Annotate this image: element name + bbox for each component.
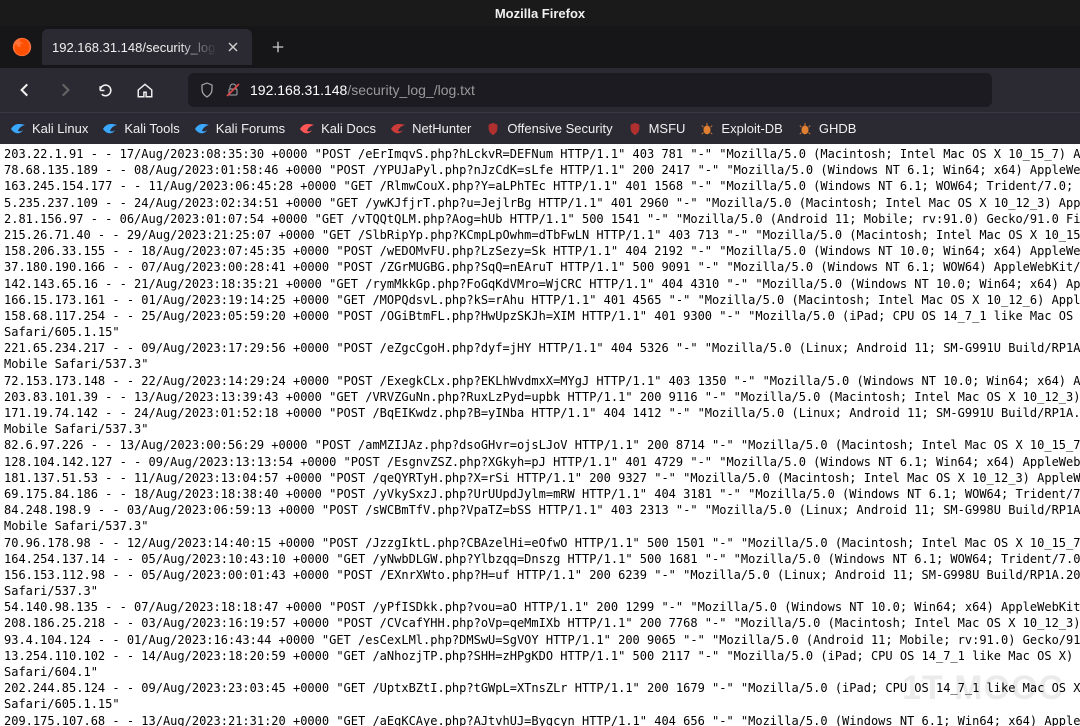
- log-line: Safari/537.3": [4, 583, 1076, 599]
- log-line: 128.104.142.127 - - 09/Aug/2023:13:13:54…: [4, 454, 1076, 470]
- log-line: 208.186.25.218 - - 03/Aug/2023:16:19:57 …: [4, 615, 1076, 631]
- bookmark-label: GHDB: [819, 121, 857, 136]
- bug-icon: [797, 121, 813, 137]
- bookmark-exploit-db[interactable]: Exploit-DB: [699, 121, 782, 137]
- bookmark-kali-forums[interactable]: Kali Forums: [194, 121, 285, 137]
- tab-title: 192.168.31.148/security_log_/log.txt: [52, 40, 220, 55]
- window-title: Mozilla Firefox: [495, 6, 585, 21]
- reload-button[interactable]: [88, 73, 122, 107]
- firefox-icon: [8, 33, 36, 61]
- url-host: 192.168.31.148: [250, 82, 347, 98]
- bookmark-offensive-security[interactable]: Offensive Security: [485, 121, 612, 137]
- log-line: 72.153.173.148 - - 22/Aug/2023:14:29:24 …: [4, 373, 1076, 389]
- log-line: 158.206.33.155 - - 18/Aug/2023:07:45:35 …: [4, 243, 1076, 259]
- tab-bar: 192.168.31.148/security_log_/log.txt: [0, 26, 1080, 68]
- browser-tab[interactable]: 192.168.31.148/security_log_/log.txt: [42, 29, 252, 65]
- bookmark-ghdb[interactable]: GHDB: [797, 121, 857, 137]
- log-line: 5.235.237.109 - - 24/Aug/2023:02:34:51 +…: [4, 195, 1076, 211]
- shield-icon[interactable]: [198, 81, 216, 99]
- bookmark-kali-linux[interactable]: Kali Linux: [10, 121, 88, 137]
- log-line: Safari/605.1.15": [4, 696, 1076, 712]
- dragon-icon: [299, 121, 315, 137]
- bookmark-label: Kali Linux: [32, 121, 88, 136]
- log-line: Mobile Safari/537.3": [4, 421, 1076, 437]
- log-line: 54.140.98.135 - - 07/Aug/2023:18:18:47 +…: [4, 599, 1076, 615]
- log-line: 164.254.137.14 - - 05/Aug/2023:10:43:10 …: [4, 551, 1076, 567]
- bookmark-label: NetHunter: [412, 121, 471, 136]
- log-line: 181.137.51.53 - - 11/Aug/2023:13:04:57 +…: [4, 470, 1076, 486]
- log-line: Safari/605.1.15": [4, 324, 1076, 340]
- log-text-content: 203.22.1.91 - - 17/Aug/2023:08:35:30 +00…: [0, 144, 1080, 726]
- log-line: 69.175.84.186 - - 18/Aug/2023:18:38:40 +…: [4, 486, 1076, 502]
- new-tab-button[interactable]: [262, 31, 294, 63]
- bookmark-nethunter[interactable]: NetHunter: [390, 121, 471, 137]
- nav-bar: 192.168.31.148/security_log_/log.txt: [0, 68, 1080, 112]
- log-line: 221.65.234.217 - - 09/Aug/2023:17:29:56 …: [4, 340, 1076, 356]
- bookmark-label: Kali Docs: [321, 121, 376, 136]
- log-line: 203.22.1.91 - - 17/Aug/2023:08:35:30 +00…: [4, 146, 1076, 162]
- log-line: 2.81.156.97 - - 06/Aug/2023:01:07:54 +00…: [4, 211, 1076, 227]
- log-line: 93.4.104.124 - - 01/Aug/2023:16:43:44 +0…: [4, 632, 1076, 648]
- dragon-icon: [10, 121, 26, 137]
- url-path: /security_log_/log.txt: [347, 82, 475, 98]
- back-button[interactable]: [8, 73, 42, 107]
- log-line: 70.96.178.98 - - 12/Aug/2023:14:40:15 +0…: [4, 535, 1076, 551]
- log-line: 163.245.154.177 - - 11/Aug/2023:06:45:28…: [4, 178, 1076, 194]
- log-line: Safari/604.1": [4, 664, 1076, 680]
- url-text: 192.168.31.148/security_log_/log.txt: [250, 82, 475, 98]
- close-icon[interactable]: [224, 38, 242, 56]
- bookmark-label: MSFU: [649, 121, 686, 136]
- bookmark-label: Kali Tools: [124, 121, 179, 136]
- log-line: 202.244.85.124 - - 09/Aug/2023:23:03:45 …: [4, 680, 1076, 696]
- dragon-icon: [194, 121, 210, 137]
- home-button[interactable]: [128, 73, 162, 107]
- bookmarks-toolbar: Kali Linux Kali Tools Kali Forums Kali D…: [0, 112, 1080, 144]
- log-line: 13.254.110.102 - - 14/Aug/2023:18:20:59 …: [4, 648, 1076, 664]
- log-line: Mobile Safari/537.3": [4, 518, 1076, 534]
- log-line: 203.83.101.39 - - 13/Aug/2023:13:39:43 +…: [4, 389, 1076, 405]
- log-line: 142.143.65.16 - - 21/Aug/2023:18:35:21 +…: [4, 276, 1076, 292]
- log-line: 84.248.198.9 - - 03/Aug/2023:06:59:13 +0…: [4, 502, 1076, 518]
- log-line: 166.15.173.161 - - 01/Aug/2023:19:14:25 …: [4, 292, 1076, 308]
- log-line: 82.6.97.226 - - 13/Aug/2023:00:56:29 +00…: [4, 437, 1076, 453]
- bug-icon: [699, 121, 715, 137]
- bookmark-label: Offensive Security: [507, 121, 612, 136]
- insecure-lock-icon[interactable]: [224, 81, 242, 99]
- url-bar[interactable]: 192.168.31.148/security_log_/log.txt: [188, 73, 992, 107]
- log-line: 209.175.107.68 - - 13/Aug/2023:21:31:20 …: [4, 713, 1076, 726]
- shield-icon: [627, 121, 643, 137]
- log-line: Mobile Safari/537.3": [4, 356, 1076, 372]
- log-line: 78.68.135.189 - - 08/Aug/2023:01:58:46 +…: [4, 162, 1076, 178]
- bookmark-msfu[interactable]: MSFU: [627, 121, 686, 137]
- log-line: 171.19.74.142 - - 24/Aug/2023:01:52:18 +…: [4, 405, 1076, 421]
- log-line: 37.180.190.166 - - 07/Aug/2023:00:28:41 …: [4, 259, 1076, 275]
- bookmark-label: Exploit-DB: [721, 121, 782, 136]
- forward-button[interactable]: [48, 73, 82, 107]
- shield-icon: [485, 121, 501, 137]
- log-line: 156.153.112.98 - - 05/Aug/2023:00:01:43 …: [4, 567, 1076, 583]
- log-line: 158.68.117.254 - - 25/Aug/2023:05:59:20 …: [4, 308, 1076, 324]
- window-titlebar: Mozilla Firefox: [0, 0, 1080, 26]
- dragon-icon: [390, 121, 406, 137]
- bookmark-kali-tools[interactable]: Kali Tools: [102, 121, 179, 137]
- log-line: 215.26.71.40 - - 29/Aug/2023:21:25:07 +0…: [4, 227, 1076, 243]
- dragon-icon: [102, 121, 118, 137]
- bookmark-kali-docs[interactable]: Kali Docs: [299, 121, 376, 137]
- bookmark-label: Kali Forums: [216, 121, 285, 136]
